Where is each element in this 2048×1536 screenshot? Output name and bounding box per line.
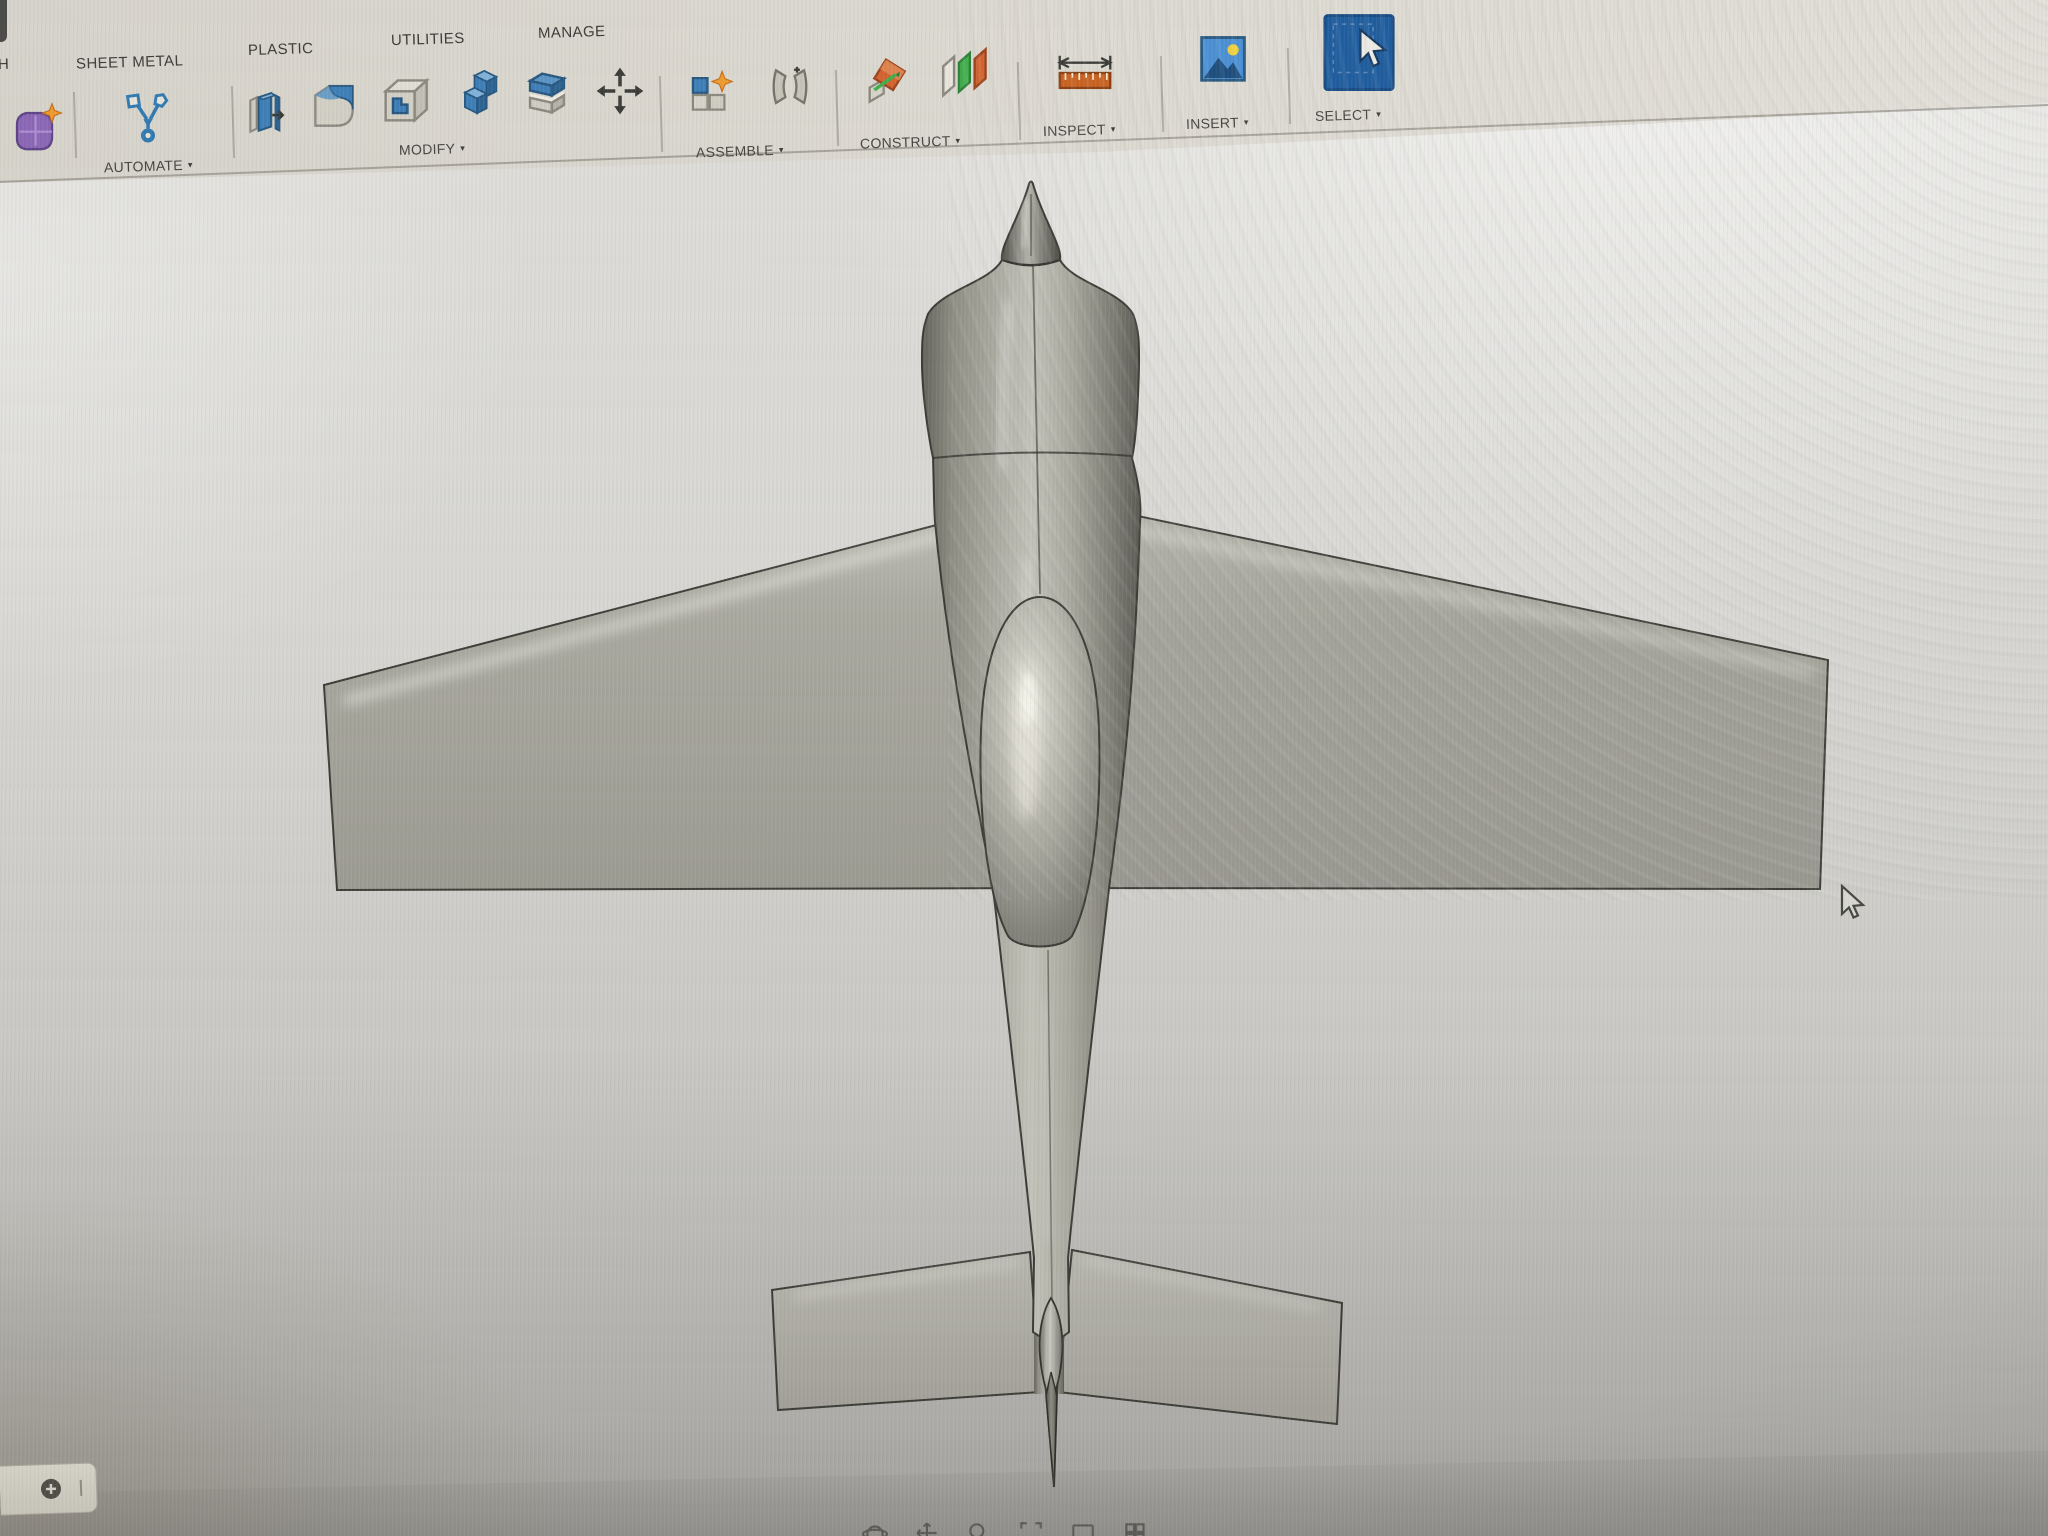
joint-icon[interactable] [762,58,818,120]
measure-icon[interactable] [1054,50,1116,96]
chevron-down-icon: ▾ [1244,117,1249,127]
right-wing[interactable] [1040,516,1828,889]
configure-icon[interactable] [10,98,66,156]
tab-sheet-metal[interactable]: SHEET METAL [76,52,184,72]
pan-icon[interactable] [914,1519,940,1536]
tab-partial[interactable]: H [0,56,9,73]
group-label-assemble[interactable]: ASSEMBLE ▾ [696,142,784,161]
group-label-text: SELECT [1315,106,1372,124]
tab-plastic[interactable]: PLASTIC [248,40,314,59]
tab-manage[interactable]: MANAGE [538,23,606,42]
group-label-text: INSERT [1186,114,1239,132]
grid-icon[interactable] [1122,1519,1148,1536]
new-component-icon[interactable] [685,64,739,126]
chevron-down-icon: ▾ [955,135,960,145]
airplane-model[interactable] [0,0,2048,1536]
zoom-icon[interactable] [966,1519,992,1536]
insert-image-icon[interactable] [1196,28,1250,92]
plus-circle-icon[interactable] [38,1475,65,1502]
canopy[interactable] [980,597,1099,947]
group-label-inspect[interactable]: INSPECT ▾ [1043,121,1116,139]
group-label-insert[interactable]: INSERT ▾ [1186,114,1249,132]
group-label-text: CONSTRUCT [860,133,951,152]
display-settings-icon[interactable] [1070,1519,1096,1536]
split-body-icon[interactable] [518,62,576,124]
group-label-text: ASSEMBLE [696,142,774,160]
group-label-text: AUTOMATE [104,157,183,175]
monitor-screen: H SHEET METAL PLASTIC UTILITIES MANAGE [0,0,2048,1536]
chevron-down-icon: ▾ [1376,109,1381,119]
canvas-corner-tab[interactable] [0,1462,98,1515]
select-cursor-icon[interactable] [1322,10,1396,98]
group-label-modify[interactable]: MODIFY ▾ [399,140,466,158]
navigation-bar [862,1519,1148,1536]
viewport-canvas[interactable] [0,0,2048,1536]
right-stabilizer[interactable] [1058,1250,1342,1424]
left-stabilizer[interactable] [772,1252,1040,1410]
group-label-text: INSPECT [1043,121,1106,139]
photo-corner-artifact [0,0,7,42]
shell-icon[interactable] [376,70,434,132]
group-label-select[interactable]: SELECT ▾ [1315,106,1382,124]
fit-icon[interactable] [1018,1519,1044,1536]
orbit-icon[interactable] [862,1519,888,1536]
chevron-down-icon: ▾ [779,145,784,155]
chevron-down-icon: ▾ [460,143,465,153]
group-label-automate[interactable]: AUTOMATE ▾ [104,157,193,176]
move-icon[interactable] [592,62,648,120]
thicken-icon[interactable] [241,84,291,142]
automate-slingshot-icon[interactable] [120,88,176,148]
construct-plane-icon[interactable] [858,52,914,114]
group-label-text: MODIFY [399,140,456,158]
corner-tab-divider [80,1480,83,1496]
chevron-down-icon: ▾ [188,160,193,170]
tab-utilities[interactable]: UTILITIES [391,30,465,49]
group-label-construct[interactable]: CONSTRUCT ▾ [860,132,961,151]
chevron-down-icon: ▾ [1111,124,1116,134]
fillet-icon[interactable] [306,77,362,137]
mouse-cursor-icon [1836,884,1870,929]
offset-plane-icon[interactable] [936,44,994,108]
combine-icon[interactable] [448,63,506,127]
